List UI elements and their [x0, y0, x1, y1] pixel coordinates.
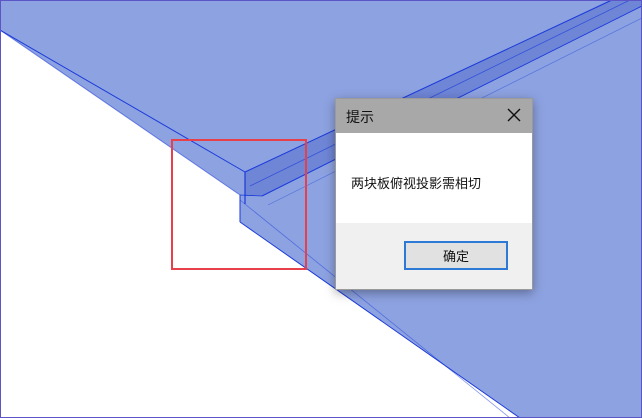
dialog-message: 两块板俯视投影需相切: [351, 177, 482, 192]
dialog-titlebar[interactable]: 提示: [336, 99, 532, 133]
dialog-body: 两块板俯视投影需相切: [336, 133, 532, 223]
ok-button[interactable]: 确定: [404, 241, 508, 270]
dialog-title: 提示: [346, 110, 374, 126]
cad-viewport[interactable]: 提示 两块板俯视投影需相切 确定: [0, 0, 642, 418]
close-icon[interactable]: [504, 105, 524, 125]
3d-scene: [0, 0, 642, 418]
dialog-footer: 确定: [336, 223, 532, 289]
message-dialog: 提示 两块板俯视投影需相切 确定: [335, 98, 533, 290]
selection-box: [171, 139, 307, 270]
